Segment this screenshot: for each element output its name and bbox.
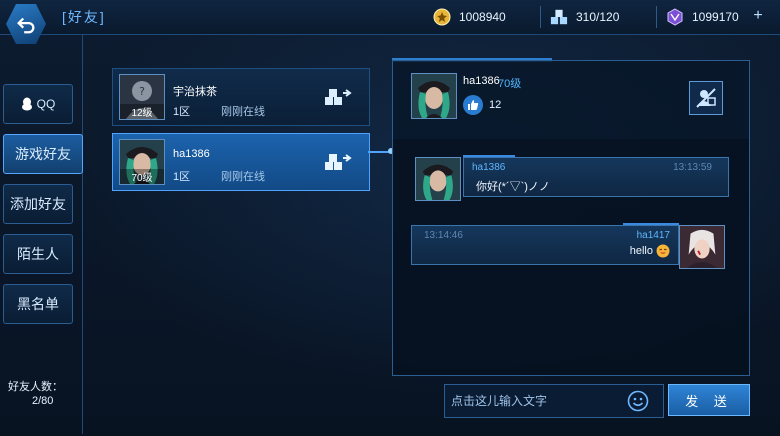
gems-value: 1099170 — [692, 10, 739, 24]
separator — [540, 6, 541, 28]
chat-partner-name: ha1386 — [463, 75, 500, 87]
chat-partner-level: 70级 — [498, 78, 522, 90]
block-button[interactable] — [689, 81, 723, 115]
top-bar: [好友] 1008940 310/120 1099170 + — [0, 0, 780, 44]
separator — [656, 6, 657, 28]
send-label: 发 送 — [685, 393, 733, 409]
tab-label: QQ — [36, 97, 56, 111]
plus-icon: + — [753, 7, 763, 24]
message-avatar — [679, 225, 725, 269]
gem-icon — [666, 8, 684, 26]
like-button[interactable] — [463, 95, 483, 115]
coins-value: 1008940 — [459, 10, 506, 24]
friend-count-label: 好友人数： — [8, 381, 63, 393]
block-user-icon — [696, 88, 716, 108]
tab-label: 陌生人 — [17, 246, 59, 262]
inventory-display: 310/120 — [550, 6, 619, 28]
coins-display: 1008940 — [433, 6, 506, 28]
chat-partner-avatar[interactable] — [411, 73, 457, 119]
tab-label: 游戏好友 — [15, 146, 71, 162]
message-list: ha1386 13:13:59 你好(*´▽`)ノノ 13:14:46 ha14… — [393, 139, 749, 375]
thumbs-up-icon — [468, 100, 479, 110]
send-button[interactable]: 发 送 — [668, 384, 750, 416]
tab-blacklist[interactable]: 黑名单 — [3, 284, 73, 324]
friend-count-value: 2/80 — [32, 395, 54, 407]
message-text: 你好(*´▽`)ノノ — [476, 181, 550, 193]
friend-zone: 1区 — [173, 171, 191, 183]
message-content: hello — [630, 244, 670, 258]
avatar: 70级 — [119, 139, 165, 185]
tab-qq[interactable]: QQ — [3, 84, 73, 124]
message-time: 13:14:46 — [424, 230, 463, 241]
gems-display: 1099170 — [666, 6, 739, 28]
smiley-emoji-icon — [656, 244, 670, 258]
emoji-picker-icon[interactable] — [627, 390, 649, 412]
tab-game-friends[interactable]: 游戏好友 — [3, 134, 83, 174]
chat-header: ha1386 70级 12 — [393, 61, 749, 125]
send-gift-icon[interactable] — [323, 152, 353, 174]
chat-panel: ha1386 70级 12 ha1386 13:13:59 你好(*´▽`)ノノ… — [392, 60, 750, 376]
message-author: ha1386 — [472, 162, 506, 173]
message-avatar — [415, 157, 461, 201]
tab-add-friend[interactable]: 添加好友 — [3, 184, 73, 224]
character-portrait — [681, 226, 723, 268]
tab-strangers[interactable]: 陌生人 — [3, 234, 73, 274]
inventory-value: 310/120 — [576, 10, 620, 24]
message-text: hello — [629, 245, 653, 257]
tab-label: 添加好友 — [10, 196, 66, 212]
friend-name: ha1386 — [173, 148, 210, 160]
message-time: 13:13:59 — [673, 162, 712, 173]
chat-input[interactable] — [449, 393, 623, 409]
back-arrow-icon — [17, 17, 35, 34]
message-bubble: ha1386 13:13:59 你好(*´▽`)ノノ — [463, 157, 729, 197]
add-currency-button[interactable]: + — [746, 6, 770, 26]
avatar: ? 12级 — [119, 74, 165, 120]
friend-zone: 1区 — [173, 106, 191, 118]
page-title: [好友] — [62, 9, 106, 25]
friend-list-item-selected[interactable]: 70级 ha1386 1区 刚刚在线 — [112, 133, 370, 191]
friend-status: 刚刚在线 — [221, 171, 265, 183]
qq-penguin-icon — [21, 97, 32, 111]
svg-text:?: ? — [139, 85, 145, 98]
friend-level: 12级 — [120, 104, 164, 119]
friend-name: 宇治抹茶 — [173, 86, 217, 98]
chat-input-box[interactable] — [444, 384, 664, 418]
message-author: ha1417 — [636, 230, 670, 241]
send-gift-icon[interactable] — [323, 87, 353, 109]
tab-label: 黑名单 — [17, 296, 59, 312]
cubes-icon — [550, 8, 568, 26]
friend-list-item[interactable]: ? 12级 宇治抹茶 1区 刚刚在线 — [112, 68, 370, 126]
friend-status: 刚刚在线 — [221, 106, 265, 118]
like-count: 12 — [489, 99, 502, 111]
message-bubble: 13:14:46 ha1417 hello — [411, 225, 679, 265]
coin-icon — [433, 8, 451, 26]
frame-divider — [82, 34, 83, 434]
character-portrait — [417, 158, 459, 200]
character-portrait — [412, 74, 456, 118]
friend-level: 70级 — [120, 169, 164, 184]
